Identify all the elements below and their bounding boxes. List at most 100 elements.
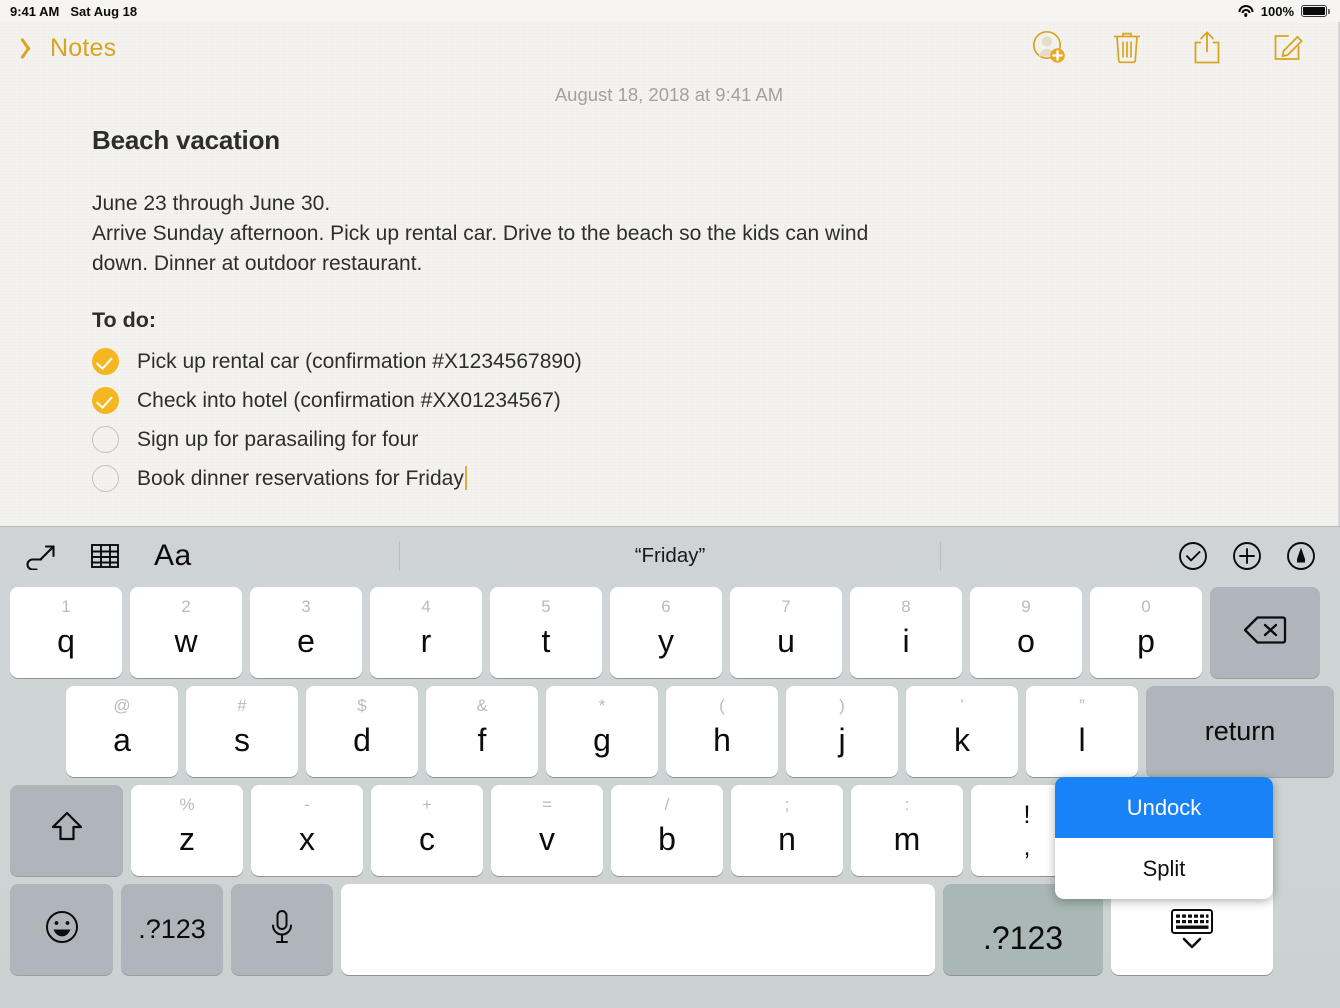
key-g[interactable]: * g xyxy=(546,686,658,777)
key-main-label: w xyxy=(174,622,198,659)
key-alt-label: # xyxy=(237,696,247,715)
key-h[interactable]: (h xyxy=(666,686,778,777)
key-b[interactable]: / b xyxy=(611,785,723,876)
key-alt-label: $ xyxy=(357,696,367,715)
predictive-bar: “Friday” xyxy=(0,527,1340,585)
emoji-smiley-icon xyxy=(44,909,80,950)
key-main-label: , xyxy=(1023,833,1031,861)
todo-item[interactable]: Book dinner reservations for Friday xyxy=(92,459,1246,498)
prediction-word[interactable]: “Friday” xyxy=(635,544,706,568)
key-main-label: k xyxy=(954,721,970,758)
back-to-notes-button[interactable]: Notes xyxy=(22,34,116,63)
keyboard-row-2: @ a # s $ d & f * g (h ) j ’ k ” l return xyxy=(10,686,1334,777)
key-v[interactable]: = v xyxy=(491,785,603,876)
checkbox-checked-icon[interactable] xyxy=(92,348,119,376)
key-alt-label: + xyxy=(422,795,432,814)
key-main-label: s xyxy=(234,721,250,758)
popup-item-split[interactable]: Split xyxy=(1055,838,1273,899)
trash-icon[interactable] xyxy=(1112,30,1146,66)
key-main-label: o xyxy=(1017,622,1035,659)
key-k[interactable]: ’ k xyxy=(906,686,1018,777)
markup-pen-icon[interactable] xyxy=(1286,541,1316,571)
plus-circle-icon[interactable] xyxy=(1232,541,1262,571)
keyboard-toolbar-left: Aa xyxy=(24,541,192,571)
key-alt-label: % xyxy=(179,795,195,814)
key-main-label: u xyxy=(777,622,795,659)
key-alt-label: ’ xyxy=(960,696,964,715)
todo-item[interactable]: Pick up rental car (confirmation #X12345… xyxy=(92,342,1246,381)
key-m[interactable]: :m xyxy=(851,785,963,876)
key-return[interactable]: return xyxy=(1146,686,1334,777)
key-alt-label: ( xyxy=(719,696,725,715)
chevron-left-icon xyxy=(22,36,37,61)
key-space[interactable] xyxy=(341,884,935,975)
note-content[interactable]: Beach vacation June 23 through June 30. … xyxy=(0,125,1338,498)
add-collaborator-icon[interactable] xyxy=(1032,30,1066,66)
key-dictation[interactable] xyxy=(231,884,333,975)
key-a[interactable]: @ a xyxy=(66,686,178,777)
wifi-icon xyxy=(1238,5,1254,17)
key-delete[interactable] xyxy=(1210,587,1320,678)
keyboard-dock-popup-menu: Undock Split xyxy=(1055,777,1273,899)
note-editor-area: Notes August 18, 2018 at 9:41 AM Beach v… xyxy=(0,22,1340,526)
key-c[interactable]: + c xyxy=(371,785,483,876)
key-main-label: b xyxy=(658,820,676,857)
key-main-label: l xyxy=(1078,721,1086,758)
key-u[interactable]: 7u xyxy=(730,587,842,678)
key-alt-label: ; xyxy=(784,795,790,814)
key-y[interactable]: 6y xyxy=(610,587,722,678)
checkbox-unchecked-icon[interactable] xyxy=(92,426,119,454)
key-t[interactable]: 5t xyxy=(490,587,602,678)
todo-item[interactable]: Sign up for parasailing for four xyxy=(92,420,1246,459)
todo-item-label: Check into hotel (confirmation #XX012345… xyxy=(137,388,561,412)
key-z[interactable]: % z xyxy=(131,785,243,876)
key-n[interactable]: ; n xyxy=(731,785,843,876)
checkbox-checked-icon[interactable] xyxy=(92,387,119,415)
prediction-slot: “Friday” xyxy=(399,541,941,571)
key-i[interactable]: 8i xyxy=(850,587,962,678)
key-alt-label: 4 xyxy=(421,597,431,616)
key-w[interactable]: 2w xyxy=(130,587,242,678)
key-numbers-left[interactable]: .?123 xyxy=(121,884,223,975)
text-format-icon[interactable]: Aa xyxy=(154,541,192,571)
key-r[interactable]: 4r xyxy=(370,587,482,678)
key-main-label: i xyxy=(902,622,910,659)
note-date: August 18, 2018 at 9:41 AM xyxy=(554,84,784,105)
key-main-label: a xyxy=(113,721,131,758)
key-alt-label: 3 xyxy=(301,597,311,616)
popup-item-undock[interactable]: Undock xyxy=(1055,777,1273,838)
ipad-notes-screen: 9:41 AM Sat Aug 18 100% Notes August 18,… xyxy=(0,0,1340,1008)
key-main-label: t xyxy=(541,622,551,659)
key-l[interactable]: ” l xyxy=(1026,686,1138,777)
key-q[interactable]: 1q xyxy=(10,587,122,678)
key-main-label: d xyxy=(353,721,371,758)
key-x[interactable]: -x xyxy=(251,785,363,876)
key-d[interactable]: $ d xyxy=(306,686,418,777)
key-main-label: z xyxy=(179,820,195,857)
checklist-circle-icon[interactable] xyxy=(1178,541,1208,571)
key-f[interactable]: & f xyxy=(426,686,538,777)
text-cursor xyxy=(464,466,467,491)
undo-icon[interactable] xyxy=(24,542,56,570)
note-paragraph-line-2: Arrive Sunday afternoon. Pick up rental … xyxy=(92,221,869,275)
key-o[interactable]: 9o xyxy=(970,587,1082,678)
key-emoji[interactable] xyxy=(10,884,113,975)
key-j[interactable]: ) j xyxy=(786,686,898,777)
key-alt-label: 6 xyxy=(661,597,671,616)
status-date: Sat Aug 18 xyxy=(70,3,138,19)
key-alt-label: 7 xyxy=(781,597,791,616)
share-icon[interactable] xyxy=(1192,30,1226,66)
key-alt-label: ! xyxy=(1023,801,1031,829)
key-p[interactable]: 0p xyxy=(1090,587,1202,678)
key-s[interactable]: # s xyxy=(186,686,298,777)
key-main-label: h xyxy=(713,721,731,758)
checkbox-unchecked-icon[interactable] xyxy=(92,465,119,493)
key-shift[interactable] xyxy=(10,785,123,876)
todo-item[interactable]: Check into hotel (confirmation #XX012345… xyxy=(92,381,1246,420)
key-e[interactable]: 3e xyxy=(250,587,362,678)
note-title: Beach vacation xyxy=(92,125,280,155)
key-alt-label: @ xyxy=(113,696,131,715)
compose-icon[interactable] xyxy=(1272,30,1306,66)
battery-full-icon xyxy=(1301,5,1330,17)
table-icon[interactable] xyxy=(90,542,120,570)
